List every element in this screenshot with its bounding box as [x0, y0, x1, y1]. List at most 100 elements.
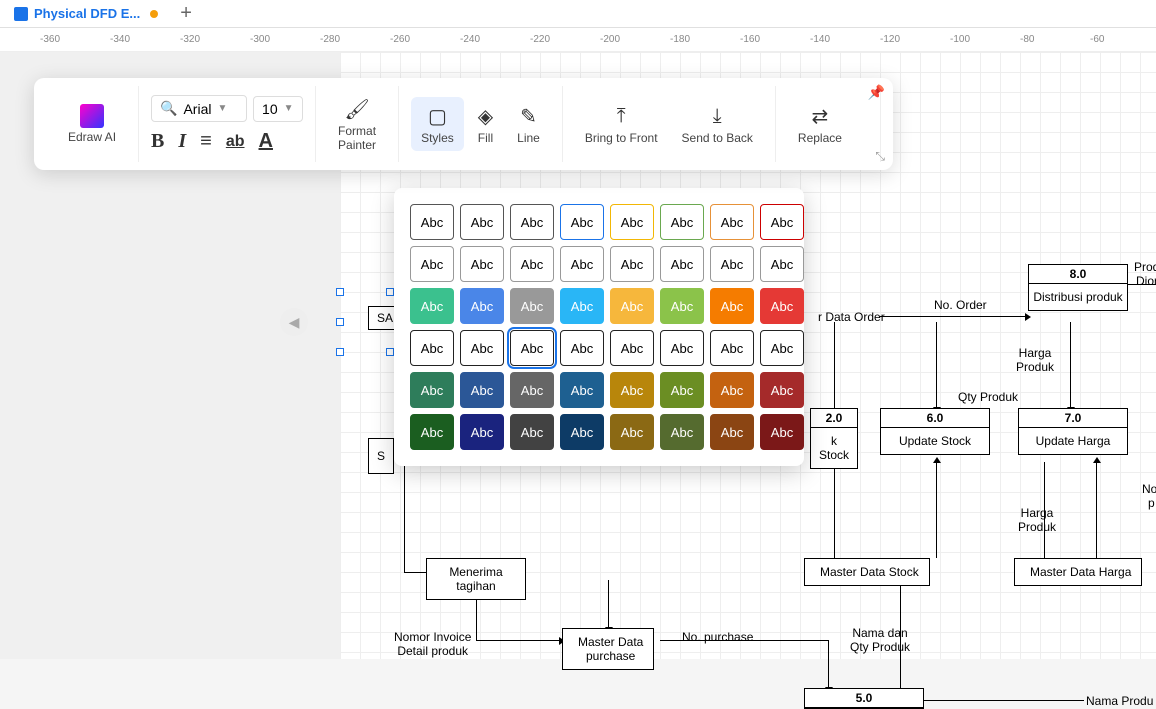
style-swatch[interactable]: Abc	[710, 414, 754, 450]
document-tab[interactable]: Physical DFD E...	[4, 2, 168, 25]
style-swatch[interactable]: Abc	[560, 288, 604, 324]
font-color-button[interactable]: A	[259, 130, 273, 153]
font-group: 🔍 Arial ▼ 10 ▼ B I ≡ ab A	[139, 86, 316, 162]
style-swatch[interactable]: Abc	[760, 246, 804, 282]
style-swatch[interactable]: Abc	[510, 372, 554, 408]
style-swatch[interactable]: Abc	[410, 204, 454, 240]
style-swatch[interactable]: Abc	[460, 246, 504, 282]
style-swatch[interactable]: Abc	[610, 414, 654, 450]
datastore-master-purchase[interactable]: Master Data purchase	[562, 628, 654, 670]
italic-button[interactable]: I	[178, 130, 186, 153]
replace-icon: ⇄	[812, 103, 829, 129]
style-swatch[interactable]: Abc	[610, 204, 654, 240]
ruler-tick: -60	[1090, 34, 1104, 45]
font-family-select[interactable]: 🔍 Arial ▼	[151, 95, 247, 122]
style-swatch[interactable]: Abc	[560, 372, 604, 408]
style-swatch[interactable]: Abc	[760, 288, 804, 324]
style-swatch[interactable]: Abc	[510, 246, 554, 282]
style-swatch[interactable]: Abc	[710, 204, 754, 240]
arrange-group: ⤒ Bring to Front ⤓ Send to Back	[563, 86, 776, 162]
style-swatch[interactable]: Abc	[460, 414, 504, 450]
ai-icon	[80, 104, 104, 128]
replace-button[interactable]: ⇄ Replace	[788, 97, 852, 151]
floating-toolbar: Edraw AI 🔍 Arial ▼ 10 ▼ B I ≡ ab A 🖌 For…	[34, 78, 893, 170]
font-size-select[interactable]: 10 ▼	[253, 96, 303, 122]
fill-label: Fill	[478, 131, 493, 145]
send-to-back-button[interactable]: ⤓ Send to Back	[672, 97, 763, 151]
style-swatch[interactable]: Abc	[410, 246, 454, 282]
process-5[interactable]: 5.0	[804, 688, 924, 709]
pin-icon[interactable]: 📌	[868, 84, 885, 101]
ruler-tick: -240	[460, 34, 480, 45]
style-swatch[interactable]: Abc	[710, 372, 754, 408]
format-painter-button[interactable]: 🖌 Format Painter	[328, 90, 386, 158]
style-swatch[interactable]: Abc	[760, 330, 804, 366]
font-name: Arial	[183, 101, 211, 117]
styles-button[interactable]: ▢ Styles	[411, 97, 464, 151]
style-swatch[interactable]: Abc	[560, 414, 604, 450]
connector	[1070, 322, 1071, 408]
datastore-master-harga[interactable]: Master Data Harga	[1014, 558, 1142, 586]
style-swatch[interactable]: Abc	[510, 330, 554, 366]
process-8-text: Distribusi produk	[1029, 284, 1127, 310]
style-swatch[interactable]: Abc	[410, 330, 454, 366]
nav-left-button[interactable]: ◀	[280, 308, 308, 336]
search-icon: 🔍	[160, 100, 177, 117]
fill-button[interactable]: ◈ Fill	[468, 97, 503, 151]
connector	[404, 572, 426, 573]
process-7-update-harga[interactable]: 7.0 Update Harga	[1018, 408, 1128, 455]
label-no-purchase: No. purchase	[682, 630, 753, 644]
align-button[interactable]: ≡	[200, 130, 212, 153]
style-swatch[interactable]: Abc	[710, 330, 754, 366]
style-swatch[interactable]: Abc	[610, 372, 654, 408]
ruler-tick: -120	[880, 34, 900, 45]
process-2-stock[interactable]: 2.0 k Stock	[810, 408, 858, 469]
style-swatch[interactable]: Abc	[510, 204, 554, 240]
style-swatch[interactable]: Abc	[660, 246, 704, 282]
process-6-update-stock[interactable]: 6.0 Update Stock	[880, 408, 990, 455]
style-swatch[interactable]: Abc	[460, 330, 504, 366]
s-box-partial[interactable]: S	[368, 438, 394, 474]
edraw-ai-button[interactable]: Edraw AI	[58, 98, 126, 150]
highlight-button[interactable]: ab	[226, 133, 245, 151]
style-swatch[interactable]: Abc	[560, 330, 604, 366]
menerima-text: Menerima tagihan	[427, 559, 525, 599]
style-swatch[interactable]: Abc	[760, 414, 804, 450]
style-swatch[interactable]: Abc	[560, 204, 604, 240]
style-swatch[interactable]: Abc	[710, 288, 754, 324]
style-swatch[interactable]: Abc	[560, 246, 604, 282]
style-swatch[interactable]: Abc	[660, 330, 704, 366]
style-swatch[interactable]: Abc	[610, 288, 654, 324]
style-swatch[interactable]: Abc	[610, 330, 654, 366]
datastore-master-stock[interactable]: Master Data Stock	[804, 558, 930, 586]
style-swatch[interactable]: Abc	[760, 372, 804, 408]
style-swatch[interactable]: Abc	[510, 288, 554, 324]
connector	[828, 640, 829, 688]
process-menerima-tagihan[interactable]: Menerima tagihan	[426, 558, 526, 600]
style-swatch[interactable]: Abc	[610, 246, 654, 282]
bold-button[interactable]: B	[151, 130, 164, 153]
style-swatch[interactable]: Abc	[410, 372, 454, 408]
expand-icon[interactable]: ⤡	[875, 149, 885, 164]
style-swatch[interactable]: Abc	[510, 414, 554, 450]
style-swatch[interactable]: Abc	[660, 372, 704, 408]
fill-icon: ◈	[478, 103, 493, 129]
style-swatch[interactable]: Abc	[660, 288, 704, 324]
style-swatch[interactable]: Abc	[410, 414, 454, 450]
line-button[interactable]: ✎ Line	[507, 97, 550, 151]
selection-handles[interactable]	[340, 292, 390, 352]
ruler-tick: -320	[180, 34, 200, 45]
bring-to-front-button[interactable]: ⤒ Bring to Front	[575, 97, 668, 151]
process-8-distribusi[interactable]: 8.0 Distribusi produk	[1028, 264, 1128, 311]
connector	[936, 322, 937, 408]
style-swatch[interactable]: Abc	[460, 372, 504, 408]
style-swatch[interactable]: Abc	[460, 204, 504, 240]
style-swatch[interactable]: Abc	[460, 288, 504, 324]
add-tab-button[interactable]: +	[180, 2, 192, 25]
style-swatch[interactable]: Abc	[410, 288, 454, 324]
style-swatch[interactable]: Abc	[660, 204, 704, 240]
connector	[1096, 462, 1097, 558]
style-swatch[interactable]: Abc	[660, 414, 704, 450]
style-swatch[interactable]: Abc	[710, 246, 754, 282]
style-swatch[interactable]: Abc	[760, 204, 804, 240]
